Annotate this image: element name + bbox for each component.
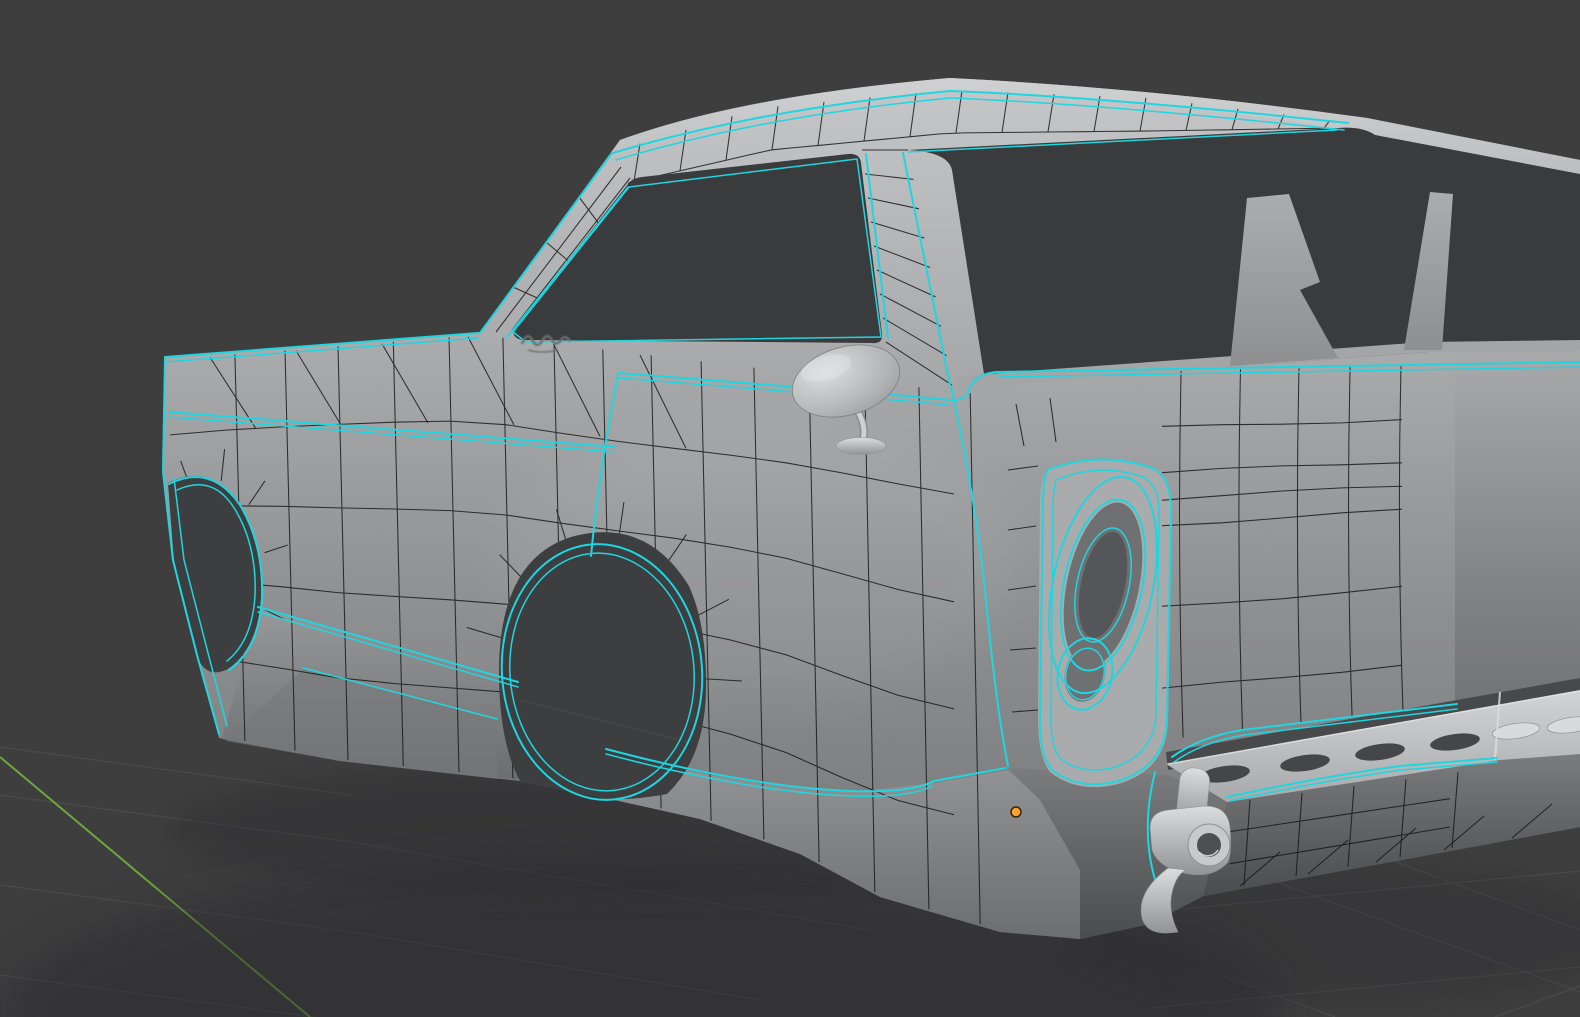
far-side-shading	[1455, 340, 1580, 740]
object-origin-point[interactable]	[1010, 806, 1022, 818]
front-wheel-arch-opening	[499, 532, 707, 800]
mirror-base	[835, 437, 887, 455]
3d-viewport[interactable]: 3D viewport	[0, 0, 1580, 1017]
viewport-canvas: 3D viewport	[0, 78, 1580, 1017]
